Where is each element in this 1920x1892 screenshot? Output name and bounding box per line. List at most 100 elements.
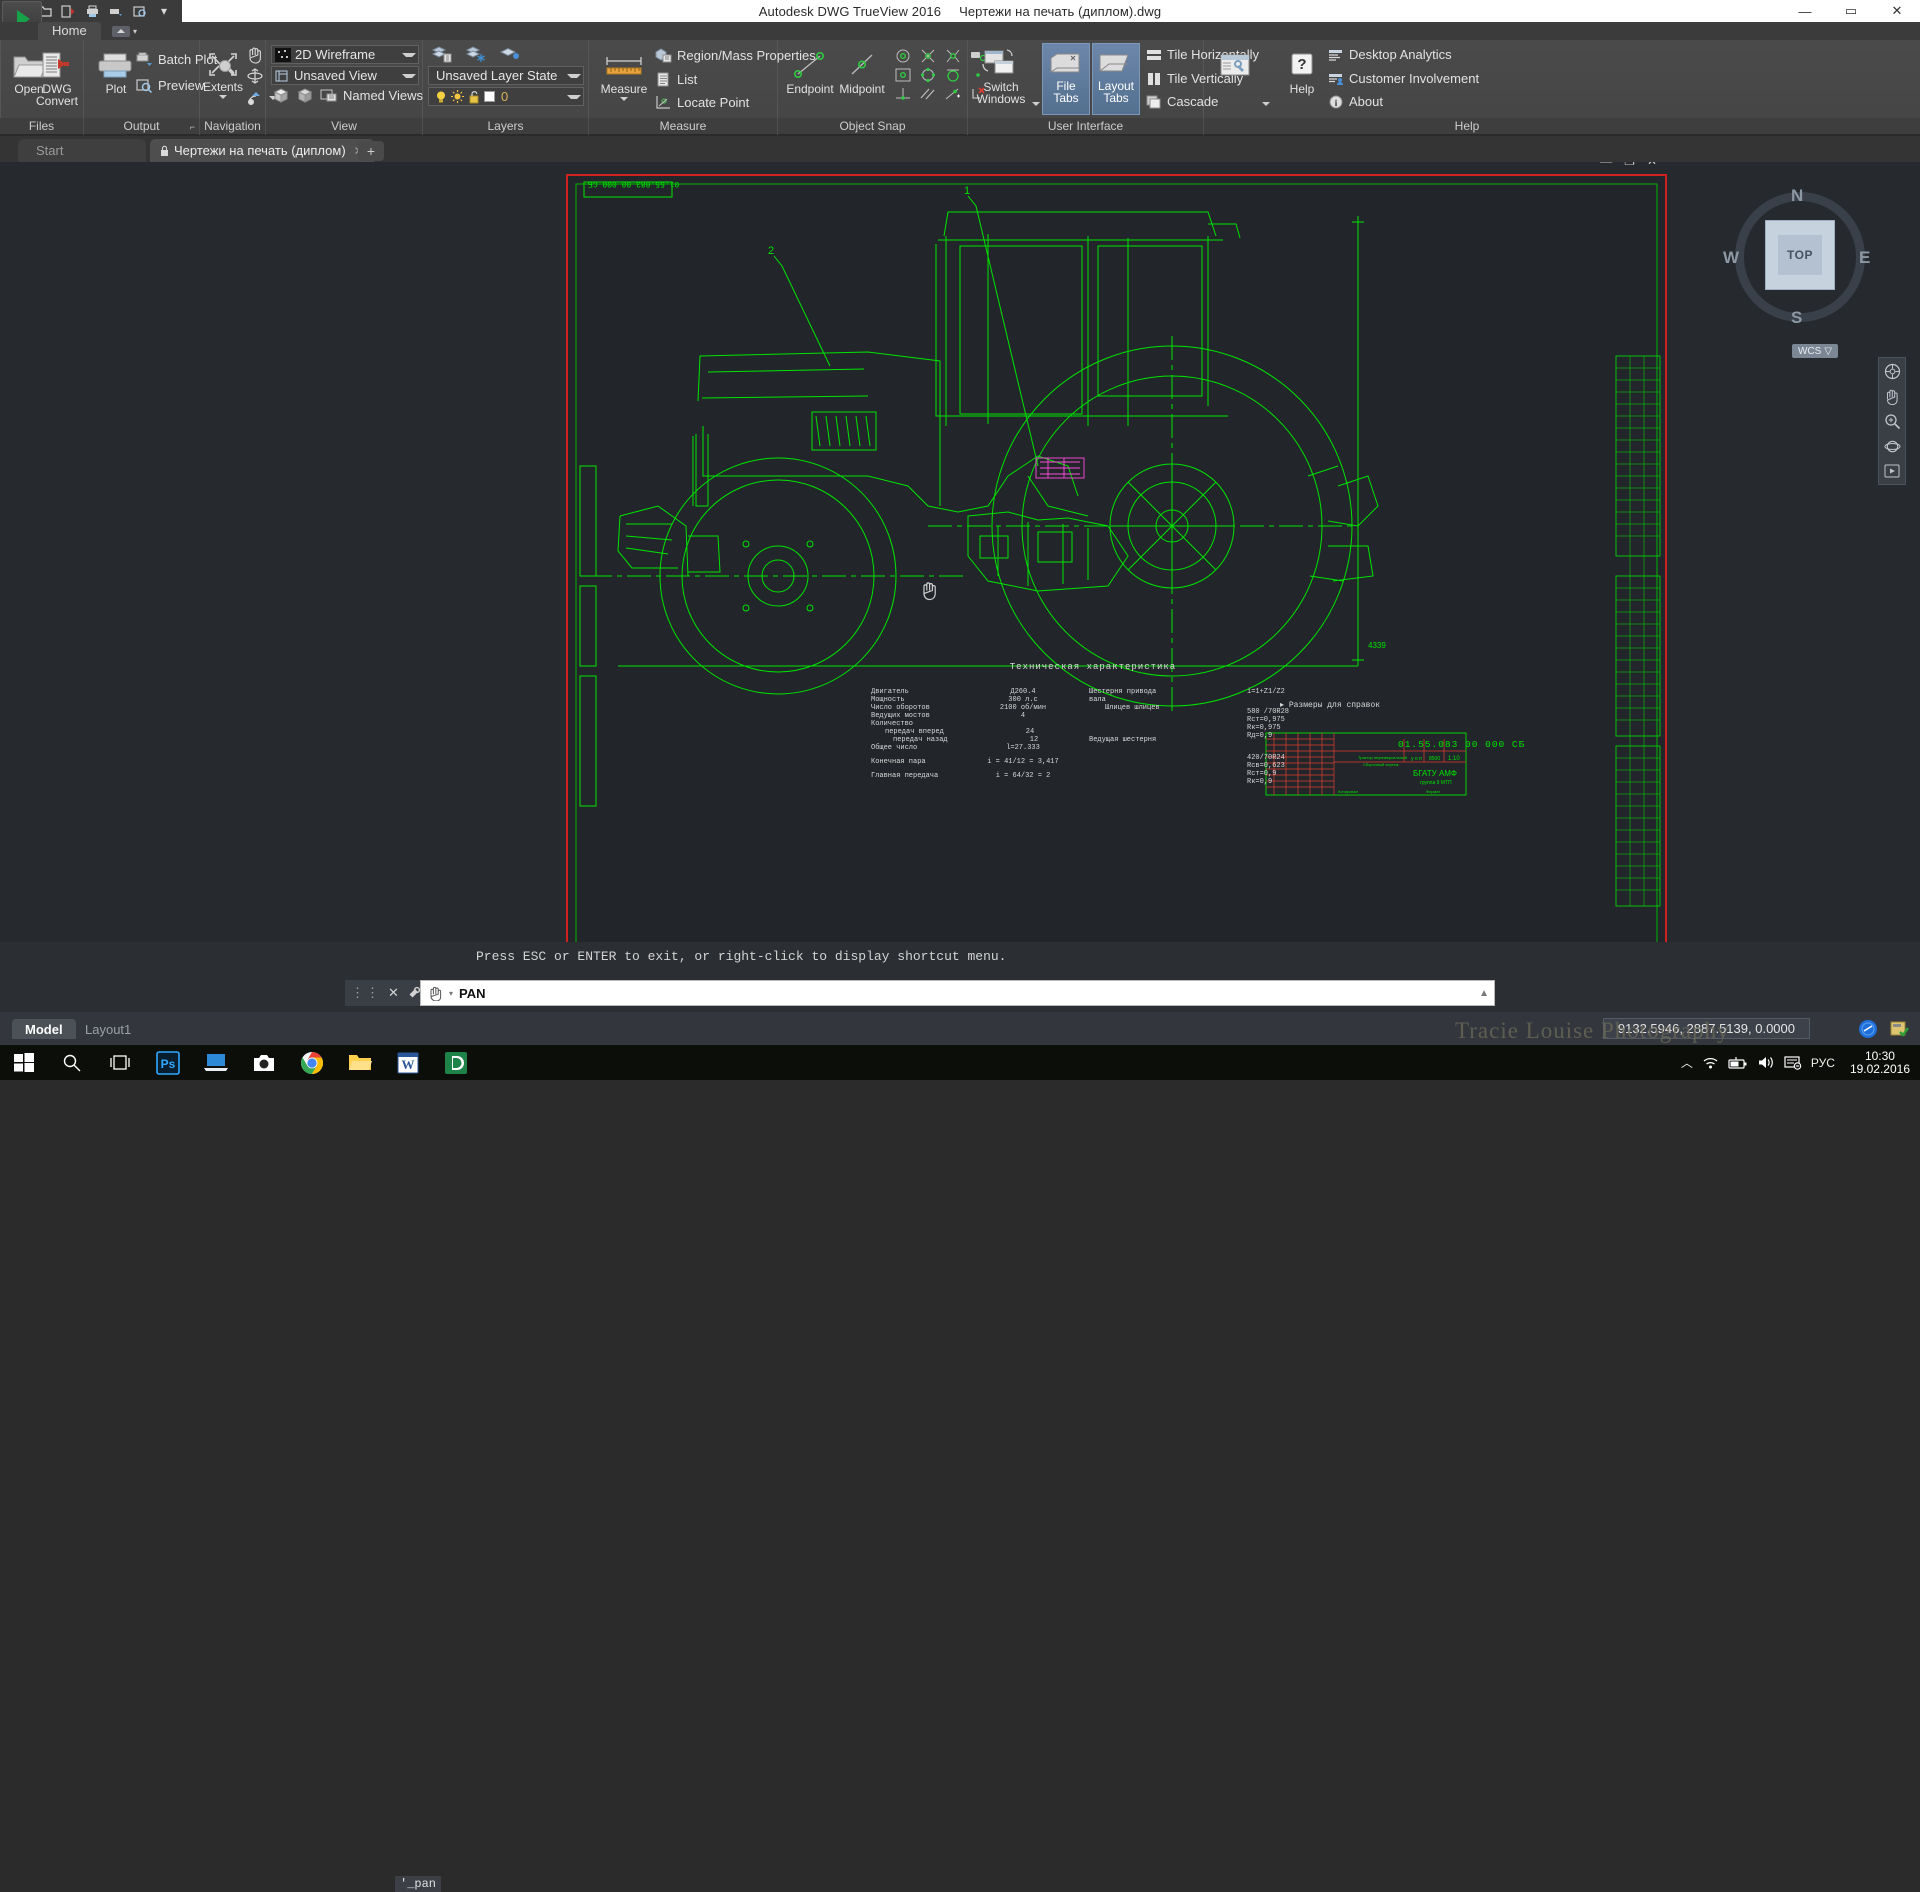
- layer-state-combo[interactable]: Unsaved Layer State: [428, 66, 584, 85]
- apparent-intersection-snap-icon[interactable]: [944, 48, 965, 64]
- drawing-canvas[interactable]: — ❐ ✕: [0, 162, 1920, 942]
- command-expand-icon[interactable]: ▲: [1479, 988, 1489, 999]
- customer-involvement-button[interactable]: Customer Involvement: [1328, 71, 1479, 86]
- workspace-selector[interactable]: ▾: [112, 23, 158, 39]
- zoom-extents-icon[interactable]: [1882, 412, 1902, 430]
- navigation-bar[interactable]: [1878, 357, 1906, 485]
- file-explorer-icon[interactable]: [336, 1045, 384, 1080]
- command-settings-icon[interactable]: [406, 986, 421, 1001]
- quadrant-snap-icon[interactable]: [919, 67, 940, 83]
- view-cube[interactable]: TOP N E S W: [1723, 182, 1875, 332]
- photoshop-icon[interactable]: Ps: [144, 1045, 192, 1080]
- dwg-minimize-button[interactable]: —: [1600, 162, 1612, 168]
- chevron-down-icon[interactable]: [1262, 102, 1270, 106]
- remote-desktop-icon[interactable]: [192, 1045, 240, 1080]
- help-button[interactable]: ? Help: [1282, 46, 1322, 95]
- view-cube-face[interactable]: TOP: [1765, 220, 1835, 290]
- view-cube-button[interactable]: [296, 88, 314, 104]
- ucs-box-button[interactable]: [272, 88, 290, 104]
- showmotion-icon[interactable]: [1882, 462, 1902, 480]
- show-hidden-icons[interactable]: ︿: [1681, 1054, 1693, 1071]
- add-file-tab-button[interactable]: +: [358, 141, 384, 161]
- dwg-close-button[interactable]: ✕: [1647, 162, 1657, 168]
- chrome-icon[interactable]: [288, 1045, 336, 1080]
- annotation-scale-icon[interactable]: [1856, 1017, 1879, 1040]
- chevron-down-icon[interactable]: [402, 73, 416, 78]
- command-input-bar[interactable]: ▾ PAN ▲: [420, 980, 1495, 1006]
- chevron-down-icon[interactable]: [402, 52, 416, 57]
- command-input-value[interactable]: PAN: [459, 986, 485, 1001]
- view-cube-south[interactable]: S: [1791, 308, 1802, 328]
- orbit-button[interactable]: [246, 68, 264, 84]
- layer-current-combo[interactable]: 0: [428, 87, 584, 106]
- list-button[interactable]: List: [655, 72, 697, 87]
- layout-tab-model[interactable]: Model: [12, 1019, 76, 1039]
- parallel-snap-icon[interactable]: [919, 86, 940, 102]
- command-close-icon[interactable]: ✕: [388, 985, 399, 1001]
- switch-windows-button[interactable]: Switch Windows: [970, 44, 1032, 105]
- visual-style-combo[interactable]: 2D Wireframe: [271, 45, 419, 64]
- unlock-icon[interactable]: [466, 90, 482, 104]
- batch-plot-icon[interactable]: [106, 2, 126, 20]
- tab-home[interactable]: Home: [38, 22, 101, 40]
- start-button[interactable]: [0, 1045, 48, 1080]
- pan-icon[interactable]: [1882, 387, 1902, 405]
- center-snap-icon[interactable]: [894, 48, 915, 64]
- extents-button[interactable]: Extents: [200, 44, 246, 99]
- camera-icon[interactable]: [240, 1045, 288, 1080]
- dwg-trueview-icon[interactable]: [432, 1045, 480, 1080]
- volume-icon[interactable]: [1757, 1055, 1775, 1070]
- action-center-icon[interactable]: [1784, 1055, 1802, 1070]
- chevron-down-icon[interactable]: [567, 94, 581, 99]
- drag-handle-icon[interactable]: ⋮⋮: [351, 985, 381, 1001]
- minimize-button[interactable]: —: [1782, 0, 1828, 22]
- preview-button[interactable]: Preview: [136, 78, 204, 93]
- dwg-restore-button[interactable]: ❐: [1624, 162, 1635, 168]
- file-tab-start[interactable]: Start: [18, 139, 146, 162]
- drawing-window[interactable]: — ❐ ✕: [566, 162, 1667, 942]
- tangent-snap-icon[interactable]: [944, 67, 965, 83]
- command-line-toolbar[interactable]: ⋮⋮ ✕: [345, 980, 421, 1006]
- layer-color-swatch[interactable]: [482, 91, 497, 102]
- orbit-icon[interactable]: [1882, 437, 1902, 455]
- chevron-down-icon[interactable]: [567, 73, 581, 78]
- plot-icon[interactable]: [82, 2, 102, 20]
- clock[interactable]: 10:30 19.02.2016: [1844, 1049, 1910, 1076]
- layer-freeze-button[interactable]: [465, 45, 487, 64]
- layout-tab-layout1[interactable]: Layout1: [72, 1019, 144, 1039]
- view-cube-east[interactable]: E: [1859, 248, 1870, 268]
- search-icon[interactable]: [48, 1045, 96, 1080]
- close-button[interactable]: ✕: [1874, 0, 1920, 22]
- sun-icon[interactable]: [449, 90, 466, 103]
- hardware-acceleration-icon[interactable]: [1887, 1017, 1910, 1040]
- dwg-convert-button[interactable]: DWG Convert: [29, 46, 85, 107]
- locate-point-button[interactable]: Locate Point: [655, 95, 749, 110]
- named-views-button[interactable]: Named Views: [320, 88, 423, 103]
- battery-icon[interactable]: [1728, 1056, 1748, 1070]
- task-view-icon[interactable]: [96, 1045, 144, 1080]
- view-cube-north[interactable]: N: [1791, 186, 1803, 206]
- dwg-convert-icon[interactable]: [58, 2, 78, 20]
- view-cube-west[interactable]: W: [1723, 248, 1739, 268]
- chevron-down-icon[interactable]: ▾: [449, 989, 453, 998]
- perpendicular-snap-icon[interactable]: [894, 86, 915, 102]
- chevron-down-icon[interactable]: [219, 95, 227, 99]
- layout-tabs-toggle[interactable]: Layout Tabs: [1092, 43, 1140, 115]
- qat-overflow-icon[interactable]: ▾: [154, 2, 174, 20]
- midpoint-button[interactable]: Midpoint: [834, 46, 890, 95]
- preview-icon[interactable]: [130, 2, 150, 20]
- insertion-snap-icon[interactable]: [944, 86, 965, 102]
- dialog-launcher-icon[interactable]: ⌐: [190, 119, 195, 136]
- endpoint-button[interactable]: Endpoint: [782, 46, 838, 95]
- lightbulb-icon[interactable]: [432, 90, 449, 104]
- layer-isolate-button[interactable]: [499, 45, 521, 64]
- user-interface-button[interactable]: [1212, 46, 1260, 95]
- steeringwheel-icon[interactable]: [1882, 362, 1902, 380]
- ucs-selector[interactable]: WCS ▽: [1792, 344, 1838, 358]
- language-indicator[interactable]: РУС: [1811, 1056, 1835, 1070]
- pan-button[interactable]: [246, 46, 264, 64]
- about-button[interactable]: i About: [1328, 94, 1383, 109]
- file-tab-drawing[interactable]: Чертежи на печать (диплом) ✕: [150, 139, 374, 162]
- network-icon[interactable]: [1702, 1055, 1719, 1070]
- maximize-button[interactable]: ▭: [1828, 0, 1874, 22]
